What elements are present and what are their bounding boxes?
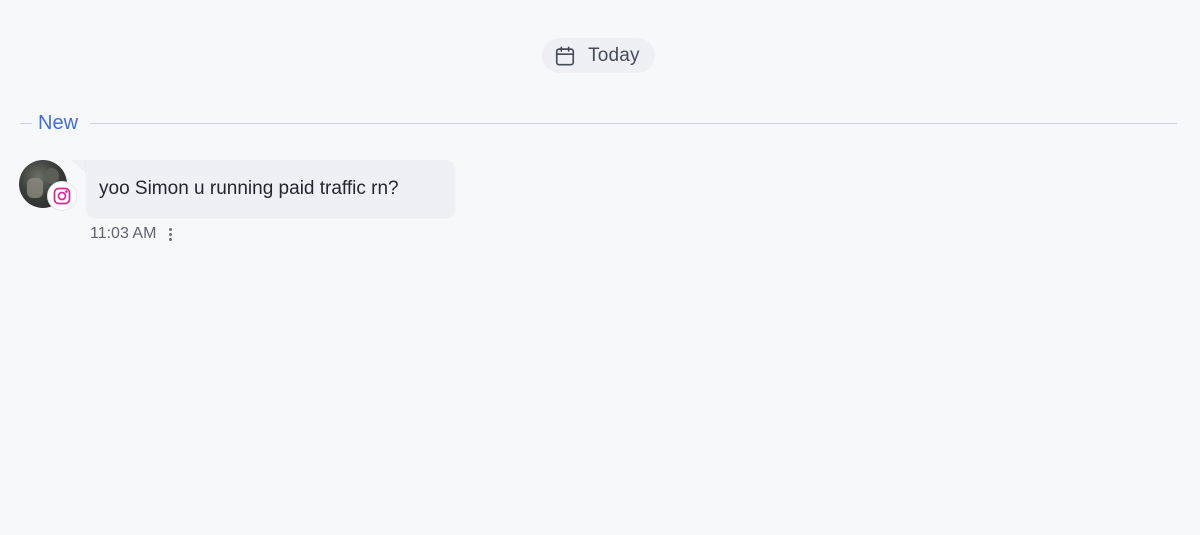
- message-bubble-tail: [71, 160, 87, 174]
- calendar-icon: [555, 45, 575, 66]
- more-vertical-icon[interactable]: [166, 225, 174, 243]
- more-dot: [168, 227, 172, 231]
- date-separator-label: Today: [588, 44, 640, 66]
- avatar-photo-detail: [27, 178, 43, 198]
- date-separator-chip: Today: [542, 38, 655, 73]
- instagram-icon: [53, 187, 71, 205]
- new-messages-label: New: [38, 112, 79, 134]
- new-divider-line-left: [20, 123, 32, 124]
- more-dot: [168, 237, 172, 241]
- more-dot: [168, 232, 172, 236]
- new-divider-line-right: [90, 123, 1177, 124]
- message-bubble[interactable]: yoo Simon u running paid traffic rn?: [86, 160, 455, 217]
- message-text: yoo Simon u running paid traffic rn?: [99, 177, 399, 199]
- avatar-photo-detail: [45, 168, 59, 184]
- instagram-badge: [48, 182, 76, 210]
- message-meta: 11:03 AM: [90, 225, 174, 243]
- message-timestamp: 11:03 AM: [90, 225, 157, 242]
